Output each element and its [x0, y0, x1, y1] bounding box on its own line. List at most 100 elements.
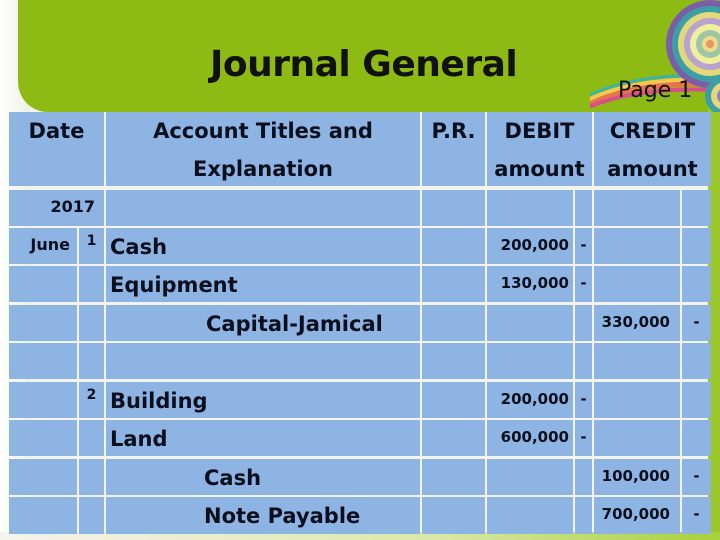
debit-value: 600,000 [500, 428, 569, 446]
cell-pr [422, 382, 485, 418]
cell-account: Land [106, 420, 420, 456]
cell-debit [487, 497, 573, 534]
cell-pr [422, 228, 485, 264]
year-row-debit-cents [575, 190, 592, 226]
year-row-credit-cents [682, 190, 711, 226]
cell-month [9, 305, 77, 341]
header-date: Date [9, 112, 104, 186]
cell-credit-cents: - [682, 305, 711, 341]
debit-value: 200,000 [500, 236, 569, 254]
cell-pr [422, 459, 485, 495]
header-debit: DEBIT amount [487, 112, 592, 186]
debit-cents-value: - [580, 428, 587, 446]
cell-day [79, 459, 104, 495]
cell-month [9, 266, 77, 302]
cell-month [9, 459, 77, 495]
cell-credit [594, 420, 680, 456]
account-value: Capital-Jamical [206, 312, 383, 336]
cell-debit-cents: - [575, 228, 592, 264]
cell-credit [594, 266, 680, 302]
cell-debit-cents [575, 459, 592, 495]
header-credit-line1: CREDIT [609, 119, 696, 143]
cell-day [79, 497, 104, 534]
cell-debit-cents: - [575, 266, 592, 302]
cell-account: Building [106, 382, 420, 418]
header-credit-line2: amount [607, 157, 698, 181]
day-value: 2 [86, 387, 97, 403]
cell-credit-cents [682, 343, 711, 379]
cell-credit-cents [682, 382, 711, 418]
debit-cents-value: - [580, 236, 587, 254]
year-label: 2017 [50, 197, 95, 216]
cell-credit: 330,000 [594, 305, 680, 341]
year-row-pr [422, 190, 485, 226]
cell-debit-cents [575, 343, 592, 379]
credit-value: 700,000 [601, 505, 670, 523]
account-value: Land [110, 427, 168, 451]
header-credit: CREDIT amount [594, 112, 711, 186]
credit-cents-value: - [693, 467, 700, 485]
header-pr-label: P.R. [431, 119, 476, 143]
cell-account: Equipment [106, 266, 420, 302]
cell-debit: 130,000 [487, 266, 573, 302]
cell-credit [594, 382, 680, 418]
account-value: Equipment [110, 273, 238, 297]
cell-pr [422, 305, 485, 341]
cell-account [106, 343, 420, 379]
cell-credit-cents: - [682, 497, 711, 534]
debit-cents-value: - [580, 274, 587, 292]
header-date-label: Date [28, 119, 85, 143]
cell-month [9, 497, 77, 534]
cell-debit [487, 305, 573, 341]
credit-value: 330,000 [601, 313, 670, 331]
cell-credit-cents [682, 266, 711, 302]
header-account-line1: Account Titles and [153, 119, 373, 143]
cell-day [79, 343, 104, 379]
cell-month [9, 343, 77, 379]
cell-month [9, 420, 77, 456]
cell-pr [422, 420, 485, 456]
cell-day [79, 266, 104, 302]
cell-debit: 200,000 [487, 382, 573, 418]
year-row-debit [487, 190, 573, 226]
day-value: 1 [86, 233, 97, 249]
cell-debit: 600,000 [487, 420, 573, 456]
cell-account: Cash [106, 228, 420, 264]
year-row-account [106, 190, 420, 226]
header-debit-line2: amount [494, 157, 585, 181]
cell-credit [594, 343, 680, 379]
cell-account: Note Payable [106, 497, 420, 534]
cell-credit-cents [682, 228, 711, 264]
cell-credit-cents [682, 420, 711, 456]
page-number: Page 1 [618, 78, 693, 103]
cell-day [79, 420, 104, 456]
cell-debit-cents: - [575, 420, 592, 456]
cell-month [9, 382, 77, 418]
header-pr: P.R. [422, 112, 485, 186]
cell-debit [487, 343, 573, 379]
debit-value: 130,000 [500, 274, 569, 292]
cell-pr [422, 343, 485, 379]
cell-account: Cash [106, 459, 420, 495]
cell-day [79, 305, 104, 341]
account-value: Cash [204, 466, 262, 490]
header-account-line2: Explanation [192, 157, 334, 181]
account-value: Building [110, 389, 208, 413]
cell-pr [422, 266, 485, 302]
account-value: Cash [110, 235, 168, 259]
cell-debit-cents [575, 305, 592, 341]
header-account: Account Titles and Explanation [106, 112, 420, 186]
cell-credit [594, 228, 680, 264]
page-title: Journal General [210, 44, 518, 85]
year-row-credit [594, 190, 680, 226]
cell-day: 2 [79, 382, 104, 418]
cell-account: Capital-Jamical [106, 305, 420, 341]
cell-debit: 200,000 [487, 228, 573, 264]
cell-debit-cents: - [575, 382, 592, 418]
cell-debit-cents [575, 497, 592, 534]
year-cell: 2017 [9, 190, 104, 226]
cell-month: June [9, 228, 77, 264]
debit-cents-value: - [580, 390, 587, 408]
cell-credit: 100,000 [594, 459, 680, 495]
debit-value: 200,000 [500, 390, 569, 408]
